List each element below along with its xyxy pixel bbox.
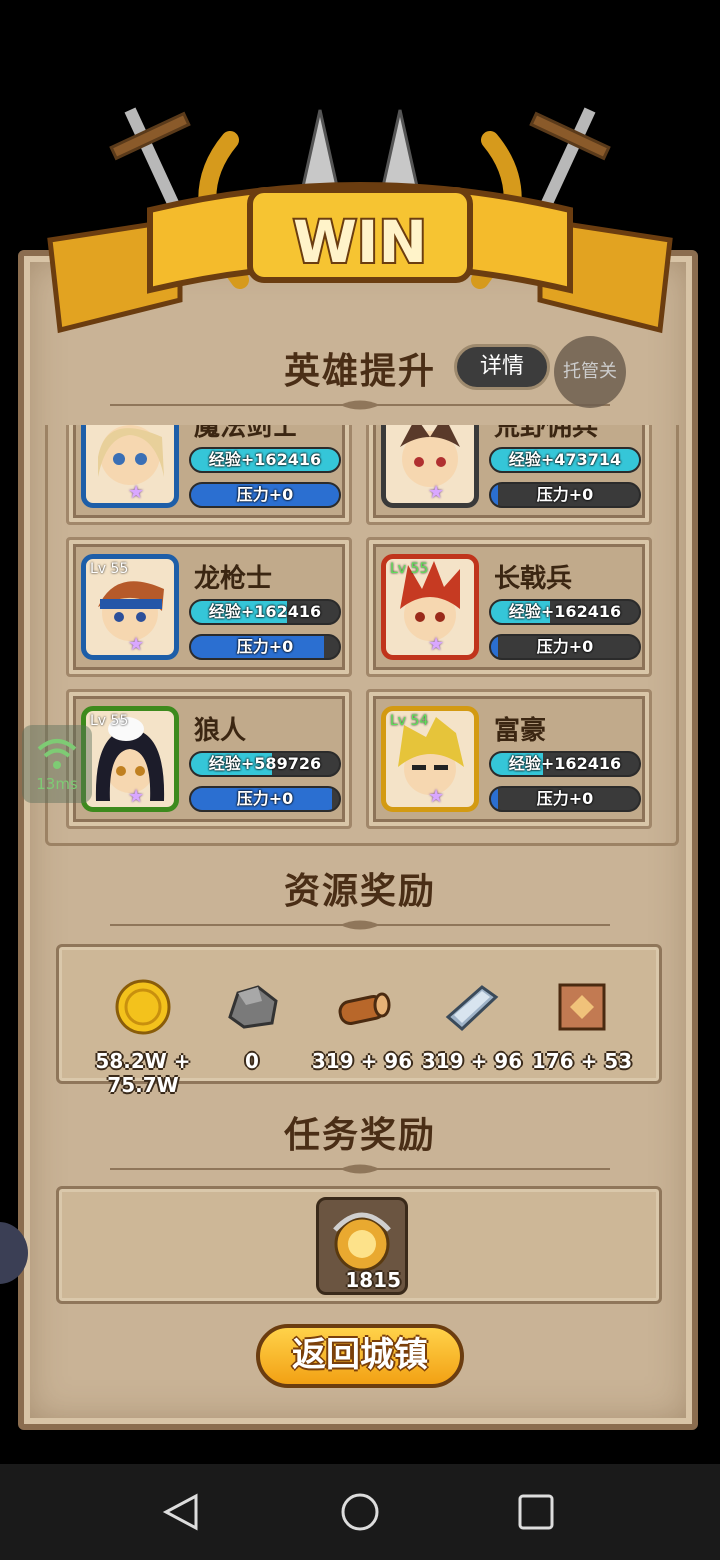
reward-stone: 0 xyxy=(197,977,307,1073)
pressure-bar: 压力+0 xyxy=(489,634,641,660)
hero-avatar: Lv 54 ★ xyxy=(381,706,479,812)
gold-coin-icon xyxy=(115,979,171,1035)
exp-bar: 经验+162416 xyxy=(489,751,641,777)
hero-name: 魔法剑士 xyxy=(194,425,299,442)
latency-text: 13ms xyxy=(36,775,78,793)
exp-bar: 经验+473714 xyxy=(489,447,641,473)
hero-avatar: Lv 55 ★ xyxy=(381,554,479,660)
divider-ornament xyxy=(110,1164,610,1174)
task-section-title: 任务奖励 xyxy=(283,1115,436,1156)
hero-card-halberdier[interactable]: Lv 55 ★ 长戟兵 经验+162416 压力+0 xyxy=(366,537,652,677)
hero-card-dragon-lancer[interactable]: Lv 55 ★ 龙枪士 经验+162416 压力+0 xyxy=(66,537,352,677)
hero-avatar: Lv 55 ★ xyxy=(81,554,179,660)
exp-bar: 经验+162416 xyxy=(489,599,641,625)
auto-battle-button[interactable]: 托管关 xyxy=(554,336,626,408)
star-icon: ★ xyxy=(128,786,145,807)
reward-wood: 319 + 96 xyxy=(307,977,417,1073)
win-title: WIN xyxy=(293,208,427,276)
hero-card-tycoon[interactable]: Lv 54 ★ 富豪 经验+162416 压力+0 xyxy=(366,689,652,829)
exp-bar: 经验+162416 xyxy=(189,447,341,473)
back-icon[interactable] xyxy=(162,1492,202,1532)
task-reward-value: 1815 xyxy=(345,1268,401,1292)
reward-gold: 58.2W + 75.7W xyxy=(87,977,199,1097)
leather-icon xyxy=(558,983,606,1031)
star-icon: ★ xyxy=(428,634,445,655)
exp-bar: 经验+589726 xyxy=(189,751,341,777)
star-icon: ★ xyxy=(428,482,445,503)
hero-card-werewolf[interactable]: Lv 55 ★ 狼人 经验+589726 压力+0 xyxy=(66,689,352,829)
wood-log-icon xyxy=(338,992,391,1025)
star-icon: ★ xyxy=(428,786,445,807)
hero-name: 荒野佣兵 xyxy=(494,425,599,442)
iron-ingot-icon xyxy=(445,985,499,1032)
hero-level: Lv 55 xyxy=(390,561,429,577)
reward-leather: 176 + 53 xyxy=(527,977,637,1073)
hero-level: Lv 54 xyxy=(390,713,429,729)
hero-avatar: ★ xyxy=(81,425,179,508)
task-reward-item[interactable]: 1815 xyxy=(316,1197,408,1295)
star-icon: ★ xyxy=(128,482,145,503)
pressure-bar: 压力+0 xyxy=(189,482,341,508)
task-reward-box: 1815 xyxy=(56,1186,662,1304)
hero-name: 龙枪士 xyxy=(194,564,273,594)
resource-section-title: 资源奖励 xyxy=(283,871,436,912)
reward-iron: 319 + 96 xyxy=(417,977,527,1073)
network-indicator: 13ms xyxy=(22,725,92,803)
hero-avatar: Lv 55 ★ xyxy=(81,706,179,812)
wifi-icon xyxy=(37,739,77,769)
divider-ornament xyxy=(110,400,610,410)
exp-bar: 经验+162416 xyxy=(189,599,341,625)
pressure-bar: 压力+0 xyxy=(489,482,641,508)
hero-name: 富豪 xyxy=(494,716,547,746)
resource-reward-box: 58.2W + 75.7W 0 319 + 96 319 + 96 176 + … xyxy=(56,944,662,1097)
detail-button[interactable]: 详情 xyxy=(454,344,550,390)
hero-avatar: ★ xyxy=(381,425,479,508)
hero-card-magic-swordsman[interactable]: ★ 魔法剑士 经验+162416 压力+0 xyxy=(66,425,352,525)
win-banner-art: WIN xyxy=(47,107,673,334)
hero-card-wild-mercenary[interactable]: ★ 荒野佣兵 经验+473714 压力+0 xyxy=(366,425,652,525)
win-banner: WIN xyxy=(40,90,680,350)
recents-icon[interactable] xyxy=(516,1492,556,1532)
stone-icon xyxy=(228,985,278,1029)
divider-ornament xyxy=(110,920,610,930)
return-to-town-button[interactable]: 返回城镇 xyxy=(256,1324,464,1388)
hero-level: Lv 55 xyxy=(90,713,129,729)
home-icon[interactable] xyxy=(340,1492,380,1532)
hero-list[interactable]: ★ 魔法剑士 经验+162416 压力+0 ★ 荒野佣兵 经验+473714 压… xyxy=(45,425,679,846)
pressure-bar: 压力+0 xyxy=(189,634,341,660)
hero-name: 狼人 xyxy=(194,716,247,746)
system-nav-bar xyxy=(0,1464,720,1560)
hero-level: Lv 55 xyxy=(90,561,129,577)
star-icon: ★ xyxy=(128,634,145,655)
pressure-bar: 压力+0 xyxy=(189,786,341,812)
hero-name: 长戟兵 xyxy=(494,564,573,594)
pressure-bar: 压力+0 xyxy=(489,786,641,812)
